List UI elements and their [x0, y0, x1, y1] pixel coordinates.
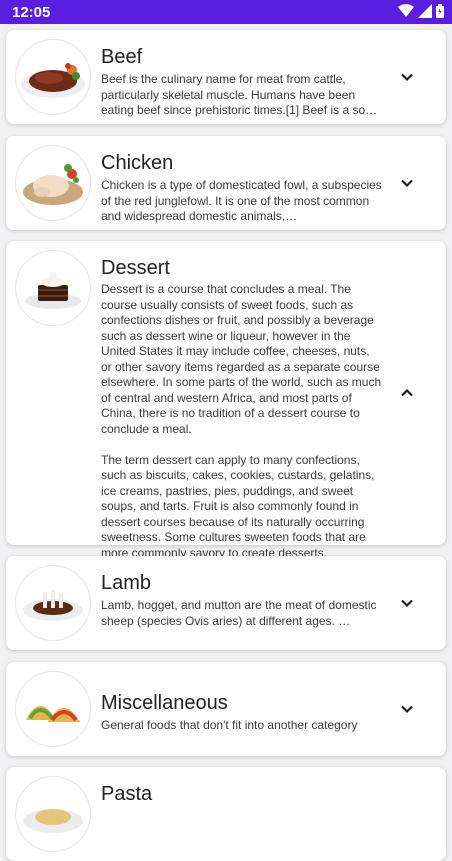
beef-image — [16, 40, 90, 114]
miscellaneous-image — [16, 672, 90, 746]
category-title: Beef — [101, 46, 143, 68]
status-time: 12:05 — [12, 4, 51, 21]
category-description: Beef is the culinary name for meat from … — [101, 72, 378, 117]
lamb-image — [16, 566, 90, 640]
chicken-image — [16, 146, 90, 220]
category-title: Chicken — [101, 152, 174, 174]
category-card-lamb[interactable]: Lamb Lamb, hogget, and mutton are the me… — [6, 556, 446, 650]
status-bar: 12:05 — [0, 0, 452, 24]
category-description: Lamb, hogget, and mutton are the meat of… — [101, 598, 377, 628]
category-title: Dessert — [101, 257, 170, 279]
wifi-icon — [398, 4, 414, 23]
chevron-down-icon[interactable] — [398, 594, 416, 612]
category-card-beef[interactable]: Beef Beef is the culinary name for meat … — [6, 30, 446, 124]
category-description: Dessert is a course that concludes a mea… — [101, 282, 382, 560]
category-card-pasta[interactable]: Pasta — [6, 767, 446, 861]
dessert-image — [16, 251, 90, 325]
category-description: Chicken is a type of domesticated fowl, … — [101, 178, 382, 223]
category-title: Lamb — [101, 572, 152, 594]
chevron-down-icon[interactable] — [398, 68, 416, 86]
category-card-chicken[interactable]: Chicken Chicken is a type of domesticate… — [6, 136, 446, 230]
category-description: General foods that don't fit into anothe… — [101, 718, 358, 732]
pasta-image — [16, 777, 90, 851]
chevron-up-icon[interactable] — [398, 384, 416, 402]
chevron-down-icon[interactable] — [398, 174, 416, 192]
chevron-down-icon[interactable] — [398, 700, 416, 718]
category-card-dessert[interactable]: Dessert Dessert is a course that conclud… — [6, 241, 446, 560]
signal-icon — [418, 4, 432, 23]
battery-icon — [436, 4, 444, 23]
category-title: Miscellaneous — [101, 692, 228, 714]
category-card-miscellaneous[interactable]: Miscellaneous General foods that don't f… — [6, 662, 446, 756]
category-title: Pasta — [101, 783, 153, 805]
